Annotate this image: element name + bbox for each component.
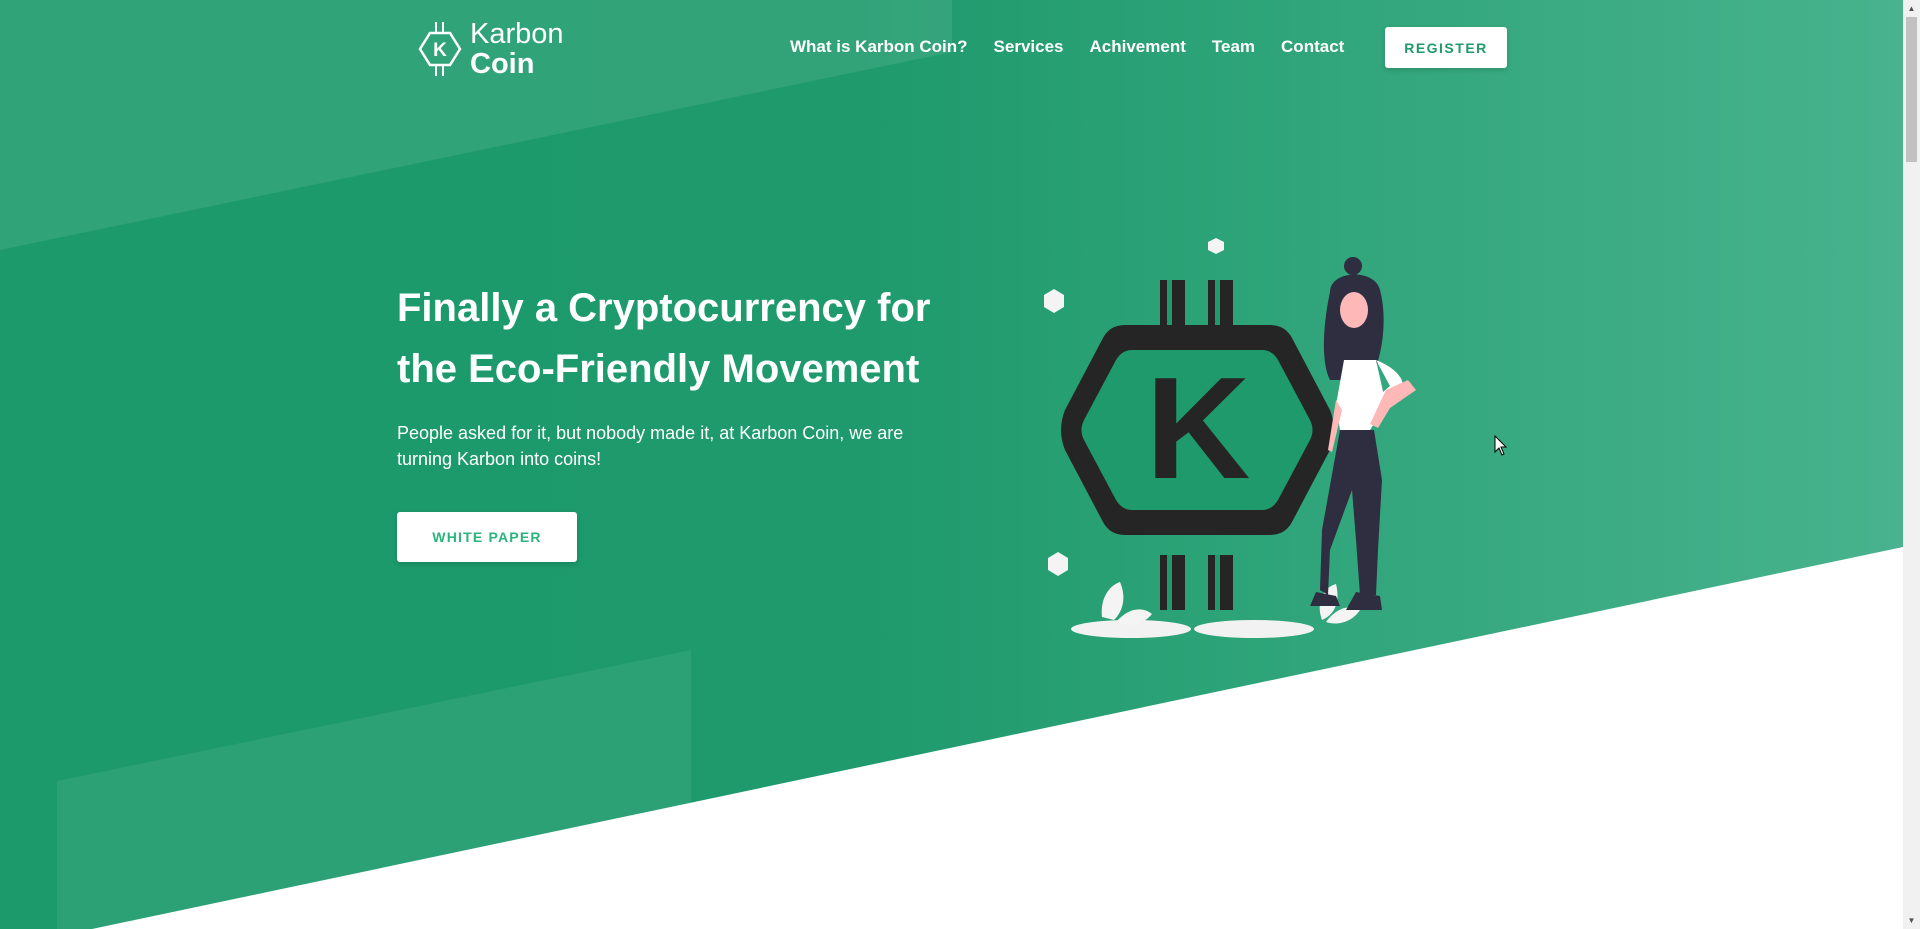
brand-wordmark: Karbon Coin bbox=[470, 17, 564, 80]
svg-text:K: K bbox=[433, 40, 447, 61]
brand-name-bold: Coin bbox=[470, 48, 535, 80]
top-navigation: K Karbon Coin What is Karbon Coin? Servi… bbox=[0, 0, 1903, 95]
nav-link-services[interactable]: Services bbox=[994, 37, 1064, 57]
triangle-down-icon[interactable]: ▼ bbox=[1903, 912, 1920, 929]
hexagon-k-coin-icon: K bbox=[418, 22, 462, 76]
coin-letter: K bbox=[1146, 347, 1251, 509]
mouse-pointer-icon bbox=[1494, 435, 1508, 456]
small-hexagon-left bbox=[1044, 289, 1064, 313]
brand-name-light: Karbon bbox=[470, 17, 564, 50]
nav-link-contact[interactable]: Contact bbox=[1281, 37, 1344, 57]
nav-link-what-is[interactable]: What is Karbon Coin? bbox=[790, 37, 968, 57]
hero-subtext: People asked for it, but nobody made it,… bbox=[397, 423, 904, 469]
page-scrollbar[interactable]: ▲ ▼ bbox=[1903, 0, 1920, 929]
coin-bar-bottom-left bbox=[1160, 555, 1185, 610]
small-hexagon-top bbox=[1208, 238, 1224, 254]
register-button[interactable]: REGISTER bbox=[1385, 27, 1507, 68]
nav-links: What is Karbon Coin? Services Achivement… bbox=[790, 35, 1370, 59]
nav-link-achivement[interactable]: Achivement bbox=[1090, 37, 1186, 57]
coin-bar-bottom-right bbox=[1208, 555, 1233, 610]
scrollbar-thumb[interactable] bbox=[1906, 17, 1917, 162]
hero-illustration: K bbox=[1044, 238, 1416, 638]
ground-shadow-right bbox=[1194, 620, 1314, 638]
brand-logo[interactable]: K Karbon Coin bbox=[416, 16, 576, 82]
white-paper-button[interactable]: WHITE PAPER bbox=[397, 512, 577, 562]
hero-section: K Karbon Coin What is Karbon Coin? Servi… bbox=[0, 0, 1903, 929]
nav-link-team[interactable]: Team bbox=[1212, 37, 1255, 57]
leaf-left bbox=[1101, 582, 1124, 620]
small-hexagon-bottom bbox=[1048, 552, 1068, 576]
hero-headline: Finally a Cryptocurrency for the Eco-Fri… bbox=[397, 286, 931, 391]
triangle-up-icon[interactable]: ▲ bbox=[1903, 0, 1920, 17]
